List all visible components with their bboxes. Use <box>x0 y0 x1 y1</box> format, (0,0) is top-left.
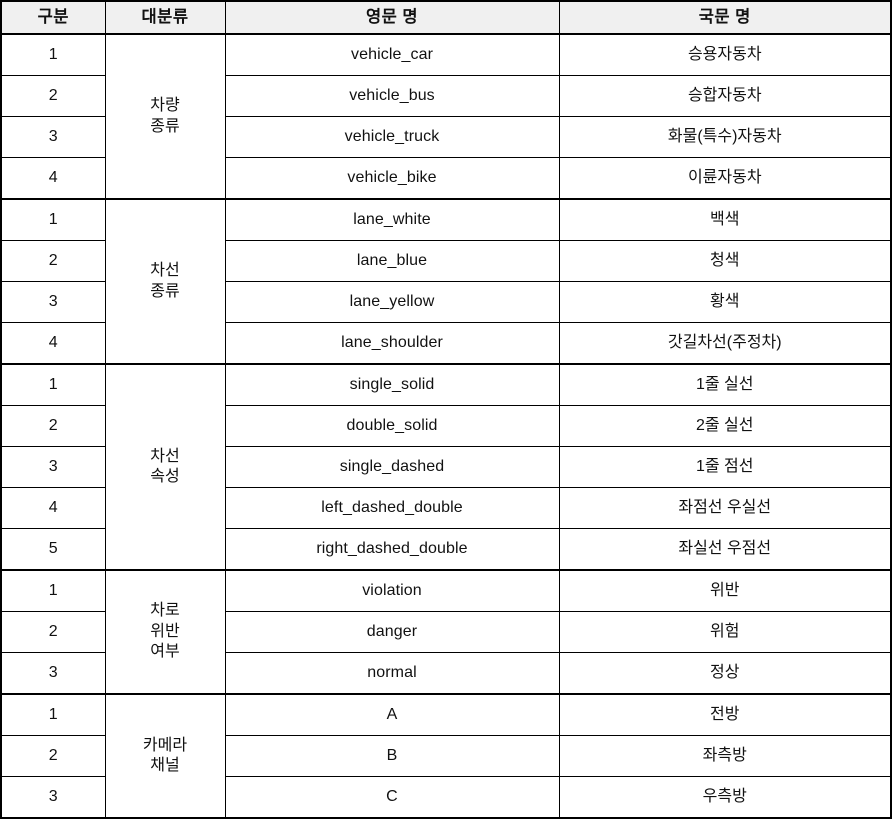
cell-english-name: vehicle_car <box>224 33 560 76</box>
cell-english-name: A <box>224 693 560 736</box>
class-definition-table: 구분 대분류 영문 명 국문 명 1 차량 종류 vehicle_car 승용자동차 2… <box>0 0 892 819</box>
cell-id: 3 <box>0 652 106 695</box>
cell-id: 1 <box>0 363 106 406</box>
cell-korean-name: 좌측방 <box>558 735 892 777</box>
cell-id: 5 <box>0 528 106 571</box>
cell-group-label: 차량 종류 <box>104 33 226 200</box>
cell-korean-name: 1줄 실선 <box>558 363 892 406</box>
cell-id: 1 <box>0 569 106 612</box>
table-row: 1 차로 위반 여부 violation 위반 <box>0 569 892 695</box>
cell-id: 3 <box>0 116 106 158</box>
cell-english-name: B <box>224 735 560 777</box>
cell-english-name: violation <box>224 569 560 612</box>
cell-korean-name: 1줄 점선 <box>558 446 892 488</box>
table-row: 1 차선 속성 single_solid 1줄 실선 <box>0 363 892 571</box>
cell-english-name: single_dashed <box>224 446 560 488</box>
cell-korean-name: 화물(특수)자동차 <box>558 116 892 158</box>
cell-english-name: lane_shoulder <box>224 322 560 365</box>
table-header-row: 구분 대분류 영문 명 국문 명 <box>0 0 892 35</box>
cell-korean-name: 2줄 실선 <box>558 405 892 447</box>
cell-id: 2 <box>0 405 106 447</box>
cell-korean-name: 좌점선 우실선 <box>558 487 892 529</box>
cell-english-name: normal <box>224 652 560 695</box>
cell-english-name: lane_white <box>224 198 560 241</box>
column-header-kor: 국문 명 <box>558 0 892 35</box>
cell-id: 2 <box>0 240 106 282</box>
cell-korean-name: 승합자동차 <box>558 75 892 117</box>
column-header-id: 구분 <box>0 0 106 35</box>
cell-english-name: vehicle_truck <box>224 116 560 158</box>
cell-english-name: left_dashed_double <box>224 487 560 529</box>
table-body: 1 차량 종류 vehicle_car 승용자동차 2 vehicle_bus 승합자동차 3… <box>0 33 892 819</box>
cell-korean-name: 청색 <box>558 240 892 282</box>
cell-korean-name: 갓길차선(주정차) <box>558 322 892 365</box>
cell-korean-name: 이륜자동차 <box>558 157 892 200</box>
cell-id: 1 <box>0 693 106 736</box>
cell-id: 2 <box>0 735 106 777</box>
table-row: 1 차량 종류 vehicle_car 승용자동차 <box>0 33 892 200</box>
column-header-eng: 영문 명 <box>224 0 560 35</box>
column-header-group: 대분류 <box>104 0 226 35</box>
cell-korean-name: 위반 <box>558 569 892 612</box>
table-row: 1 차선 종류 lane_white 백색 <box>0 198 892 365</box>
cell-id: 1 <box>0 33 106 76</box>
cell-group-label: 차로 위반 여부 <box>104 569 226 695</box>
cell-english-name: C <box>224 776 560 819</box>
cell-korean-name: 위험 <box>558 611 892 653</box>
cell-english-name: right_dashed_double <box>224 528 560 571</box>
cell-id: 4 <box>0 487 106 529</box>
cell-english-name: single_solid <box>224 363 560 406</box>
cell-korean-name: 전방 <box>558 693 892 736</box>
class-definition-table-container: 구분 대분류 영문 명 국문 명 1 차량 종류 vehicle_car 승용자동차 2… <box>0 0 892 819</box>
cell-id: 4 <box>0 322 106 365</box>
cell-id: 3 <box>0 776 106 819</box>
cell-group-label: 차선 속성 <box>104 363 226 571</box>
cell-english-name: danger <box>224 611 560 653</box>
cell-group-label: 카메라 채널 <box>104 693 226 819</box>
cell-english-name: double_solid <box>224 405 560 447</box>
cell-id: 2 <box>0 611 106 653</box>
cell-english-name: vehicle_bike <box>224 157 560 200</box>
cell-id: 3 <box>0 446 106 488</box>
cell-id: 4 <box>0 157 106 200</box>
cell-english-name: lane_yellow <box>224 281 560 323</box>
cell-korean-name: 백색 <box>558 198 892 241</box>
table-header: 구분 대분류 영문 명 국문 명 <box>0 0 892 35</box>
table-row: 1 카메라 채널 A 전방 <box>0 693 892 819</box>
cell-korean-name: 황색 <box>558 281 892 323</box>
cell-id: 2 <box>0 75 106 117</box>
cell-korean-name: 승용자동차 <box>558 33 892 76</box>
cell-english-name: lane_blue <box>224 240 560 282</box>
cell-korean-name: 정상 <box>558 652 892 695</box>
cell-korean-name: 우측방 <box>558 776 892 819</box>
cell-korean-name: 좌실선 우점선 <box>558 528 892 571</box>
cell-english-name: vehicle_bus <box>224 75 560 117</box>
cell-id: 3 <box>0 281 106 323</box>
cell-id: 1 <box>0 198 106 241</box>
cell-group-label: 차선 종류 <box>104 198 226 365</box>
